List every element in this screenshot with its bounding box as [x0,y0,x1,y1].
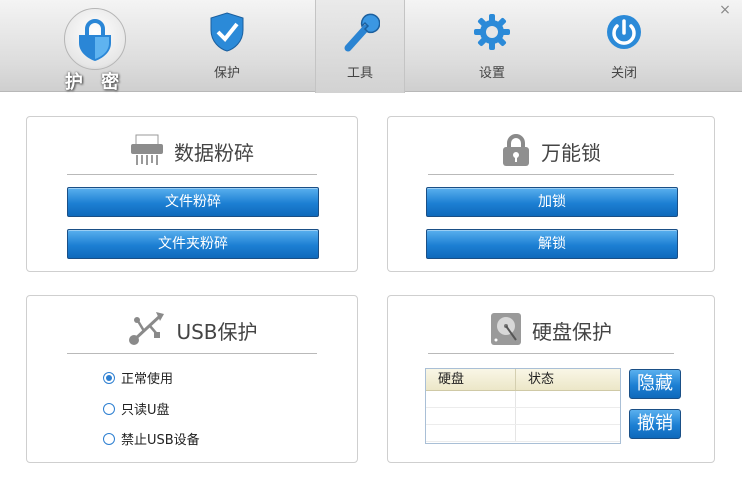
radio-button[interactable] [103,402,115,415]
tab-label: 保护 [213,66,240,81]
hide-button[interactable]: 隐藏 [629,369,681,399]
file-shred-button[interactable]: 文件粉碎 [67,187,319,217]
cancel-button[interactable]: 撤销 [629,409,681,439]
panel-title: 硬盘保护 [532,320,612,344]
tab-tools[interactable]: 工具 [315,0,405,93]
column-header-status: 状态 [528,372,555,387]
close-icon[interactable]: × [718,3,732,17]
usb-option-readonly[interactable]: 只读U盘 [103,399,170,418]
tab-close[interactable]: 关闭 [579,0,669,92]
tab-protect[interactable]: 保护 [182,0,272,92]
usb-panel: USB保护 正常使用 只读U盘 禁止USB设备 [26,295,358,463]
panel-title: 万能锁 [541,141,601,165]
tab-label: 关闭 [610,66,637,81]
radio-label: 只读U盘 [121,403,170,418]
radio-label: 正常使用 [121,372,174,387]
column-header-disk: 硬盘 [426,369,516,390]
brand-logo: 护 密 [50,4,140,93]
table-row[interactable] [426,391,620,408]
unlock-button[interactable]: 解锁 [426,229,678,259]
usb-option-normal[interactable]: 正常使用 [103,368,173,387]
disk-panel: 硬盘保护 硬盘 状态 隐藏 撤销 [387,295,715,463]
panel-title: 数据粉碎 [174,141,254,165]
shredder-panel: 数据粉碎 文件粉碎 文件夹粉碎 [26,116,358,272]
shield-lock-icon [64,8,126,70]
folder-shred-button[interactable]: 文件夹粉碎 [67,229,319,259]
radio-button[interactable] [103,432,115,445]
shield-check-icon [207,12,247,52]
padlock-icon [501,133,531,171]
radio-label: 禁止USB设备 [121,433,200,448]
panel-header: 硬盘保护 [428,308,674,354]
panel-header: 万能锁 [428,129,674,175]
lock-panel: 万能锁 加锁 解锁 [387,116,715,272]
lock-button[interactable]: 加锁 [426,187,678,217]
shredder-icon [130,134,164,170]
table-row[interactable] [426,408,620,425]
table-row[interactable] [426,425,620,442]
radio-button[interactable] [103,371,115,384]
disk-table[interactable]: 硬盘 状态 [425,368,621,444]
gear-icon [472,12,512,52]
table-header: 硬盘 状态 [426,369,620,391]
tab-label: 设置 [478,66,505,81]
panel-header: USB保护 [67,308,317,354]
top-toolbar: 护 密 保护 工具 设置 关闭 × [0,0,742,93]
usb-option-disable[interactable]: 禁止USB设备 [103,429,200,448]
usb-icon [126,311,166,351]
panel-header: 数据粉碎 [67,129,317,175]
tab-settings[interactable]: 设置 [447,0,537,92]
brand-name: 护 密 [64,72,126,93]
panel-title: USB保护 [176,320,258,344]
hard-disk-icon [490,312,522,350]
wrench-icon [340,12,380,52]
tab-label: 工具 [346,66,373,81]
power-icon [604,12,644,52]
